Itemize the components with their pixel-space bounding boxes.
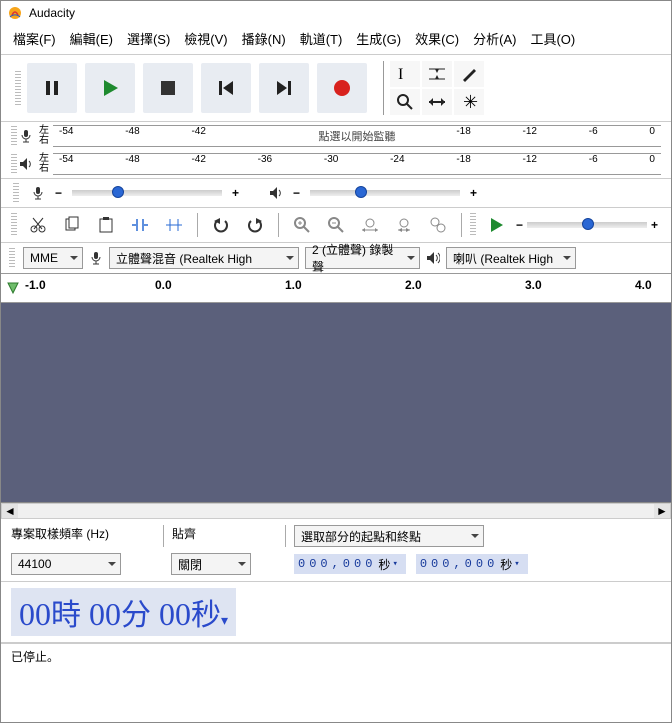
menu-effect[interactable]: 效果(C) — [409, 27, 465, 50]
project-rate-label: 專案取樣頻率 (Hz) — [11, 525, 151, 547]
play-button[interactable] — [85, 63, 135, 113]
menu-select[interactable]: 選擇(S) — [121, 27, 176, 50]
speaker-icon — [269, 186, 283, 200]
grip-icon[interactable] — [9, 248, 15, 268]
selection-end-spinner[interactable]: 000,000秒▾ — [415, 553, 529, 575]
play-meter-scale[interactable]: -54-48-42-36-30-24-18-12-60 — [53, 153, 661, 175]
grip-icon[interactable] — [470, 213, 476, 237]
menu-analyze[interactable]: 分析(A) — [467, 27, 522, 50]
audio-position-display[interactable]: 00時 00分 00秒▾ — [11, 588, 236, 636]
grip-icon[interactable] — [15, 71, 21, 105]
record-button[interactable] — [317, 63, 367, 113]
grip-icon[interactable] — [13, 183, 19, 203]
mixer-toolbar: − + − + — [1, 179, 671, 207]
svg-text:I: I — [398, 66, 403, 83]
pause-button[interactable] — [27, 63, 77, 113]
project-rate-select[interactable]: 44100 — [11, 553, 121, 575]
device-toolbar: MME 立體聲混音 (Realtek High 2 (立體聲) 錄製聲 喇叭 (… — [1, 243, 671, 273]
edit-toolbar: − + — [1, 208, 671, 242]
skip-start-button[interactable] — [201, 63, 251, 113]
timeline-pin-icon[interactable] — [1, 274, 25, 302]
rec-meter-scale[interactable]: -54-48-42-36-30-24-18-12-60 點選以開始監聽 — [53, 125, 661, 147]
recording-meter[interactable]: 左右 -54-48-42-36-30-24-18-12-60 點選以開始監聽 — [1, 122, 671, 150]
audio-host-select[interactable]: MME — [23, 247, 83, 269]
title-bar: Audacity — [1, 1, 671, 25]
transport-toolbar: I ✳ — [1, 55, 671, 121]
snap-to-select[interactable]: 關閉 — [171, 553, 251, 575]
playback-meter[interactable]: 左右 -54-48-42-36-30-24-18-12-60 — [1, 150, 671, 178]
envelope-tool[interactable] — [422, 61, 452, 87]
grip-icon[interactable] — [11, 213, 17, 237]
svg-text:✳: ✳ — [463, 93, 478, 111]
mic-icon — [89, 251, 103, 265]
recording-device-select[interactable]: 立體聲混音 (Realtek High — [109, 247, 299, 269]
multi-tool[interactable]: ✳ — [454, 89, 484, 115]
grip-icon[interactable] — [11, 154, 17, 174]
recording-channels-select[interactable]: 2 (立體聲) 錄製聲 — [305, 247, 420, 269]
recording-volume-slider[interactable] — [72, 190, 222, 196]
snap-label: 貼齊 — [163, 525, 273, 547]
selection-toolbar: 專案取樣頻率 (Hz) 貼齊 選取部分的起點和終點 44100 關閉 000,0… — [1, 519, 671, 581]
timeline-ruler[interactable]: -1.0 0.0 1.0 2.0 3.0 4.0 — [1, 273, 671, 303]
speaker-icon — [426, 251, 440, 265]
selection-tool[interactable]: I — [390, 61, 420, 87]
app-icon — [7, 5, 23, 21]
fit-selection-button[interactable] — [355, 211, 385, 239]
skip-end-button[interactable] — [259, 63, 309, 113]
menu-generate[interactable]: 生成(G) — [350, 27, 407, 50]
scroll-left-icon[interactable]: ◄ — [2, 504, 18, 518]
horizontal-scrollbar[interactable]: ◄ ► — [1, 503, 671, 519]
mic-icon — [19, 129, 39, 143]
playback-volume-slider[interactable] — [310, 190, 460, 196]
playback-device-select[interactable]: 喇叭 (Realtek High — [446, 247, 576, 269]
grip-icon[interactable] — [11, 126, 17, 146]
minus-icon: − — [293, 186, 300, 200]
mic-icon — [31, 186, 45, 200]
plus-icon: + — [651, 218, 658, 232]
selection-start-spinner[interactable]: 000,000秒▾ — [293, 553, 407, 575]
stop-button[interactable] — [143, 63, 193, 113]
minus-icon: − — [55, 186, 62, 200]
menu-view[interactable]: 檢視(V) — [178, 27, 233, 50]
tools-toolbar: I ✳ — [383, 61, 484, 115]
tracks-area[interactable] — [1, 303, 671, 503]
meter-lr-label: 左右 — [39, 126, 53, 146]
copy-button[interactable] — [57, 211, 87, 239]
undo-button[interactable] — [206, 211, 236, 239]
menu-transport[interactable]: 播錄(N) — [236, 27, 292, 50]
speaker-icon — [19, 157, 39, 171]
silence-button[interactable] — [159, 211, 189, 239]
trim-button[interactable] — [125, 211, 155, 239]
minus-icon: − — [516, 218, 523, 232]
play-at-speed-button[interactable] — [482, 211, 512, 239]
status-bar: 已停止。 — [1, 643, 671, 669]
zoom-toggle-button[interactable] — [423, 211, 453, 239]
menu-tracks[interactable]: 軌道(T) — [294, 27, 349, 50]
menu-edit[interactable]: 編輯(E) — [64, 27, 119, 50]
paste-button[interactable] — [91, 211, 121, 239]
app-title: Audacity — [29, 6, 75, 20]
draw-tool[interactable] — [454, 61, 484, 87]
menu-tools[interactable]: 工具(O) — [524, 27, 581, 50]
zoom-out-button[interactable] — [321, 211, 351, 239]
menu-file[interactable]: 檔案(F) — [7, 27, 62, 50]
playback-speed-slider[interactable] — [527, 222, 647, 228]
plus-icon: + — [470, 186, 477, 200]
meter-lr-label: 左右 — [39, 154, 53, 174]
meter-hint[interactable]: 點選以開始監聽 — [319, 128, 396, 144]
selection-mode-select[interactable]: 選取部分的起點和終點 — [294, 525, 484, 547]
zoom-in-button[interactable] — [287, 211, 317, 239]
scroll-right-icon[interactable]: ► — [654, 504, 670, 518]
menu-bar: 檔案(F) 編輯(E) 選擇(S) 檢視(V) 播錄(N) 軌道(T) 生成(G… — [1, 25, 671, 54]
zoom-tool[interactable] — [390, 89, 420, 115]
plus-icon: + — [232, 186, 239, 200]
cut-button[interactable] — [23, 211, 53, 239]
redo-button[interactable] — [240, 211, 270, 239]
fit-project-button[interactable] — [389, 211, 419, 239]
timeshift-tool[interactable] — [422, 89, 452, 115]
